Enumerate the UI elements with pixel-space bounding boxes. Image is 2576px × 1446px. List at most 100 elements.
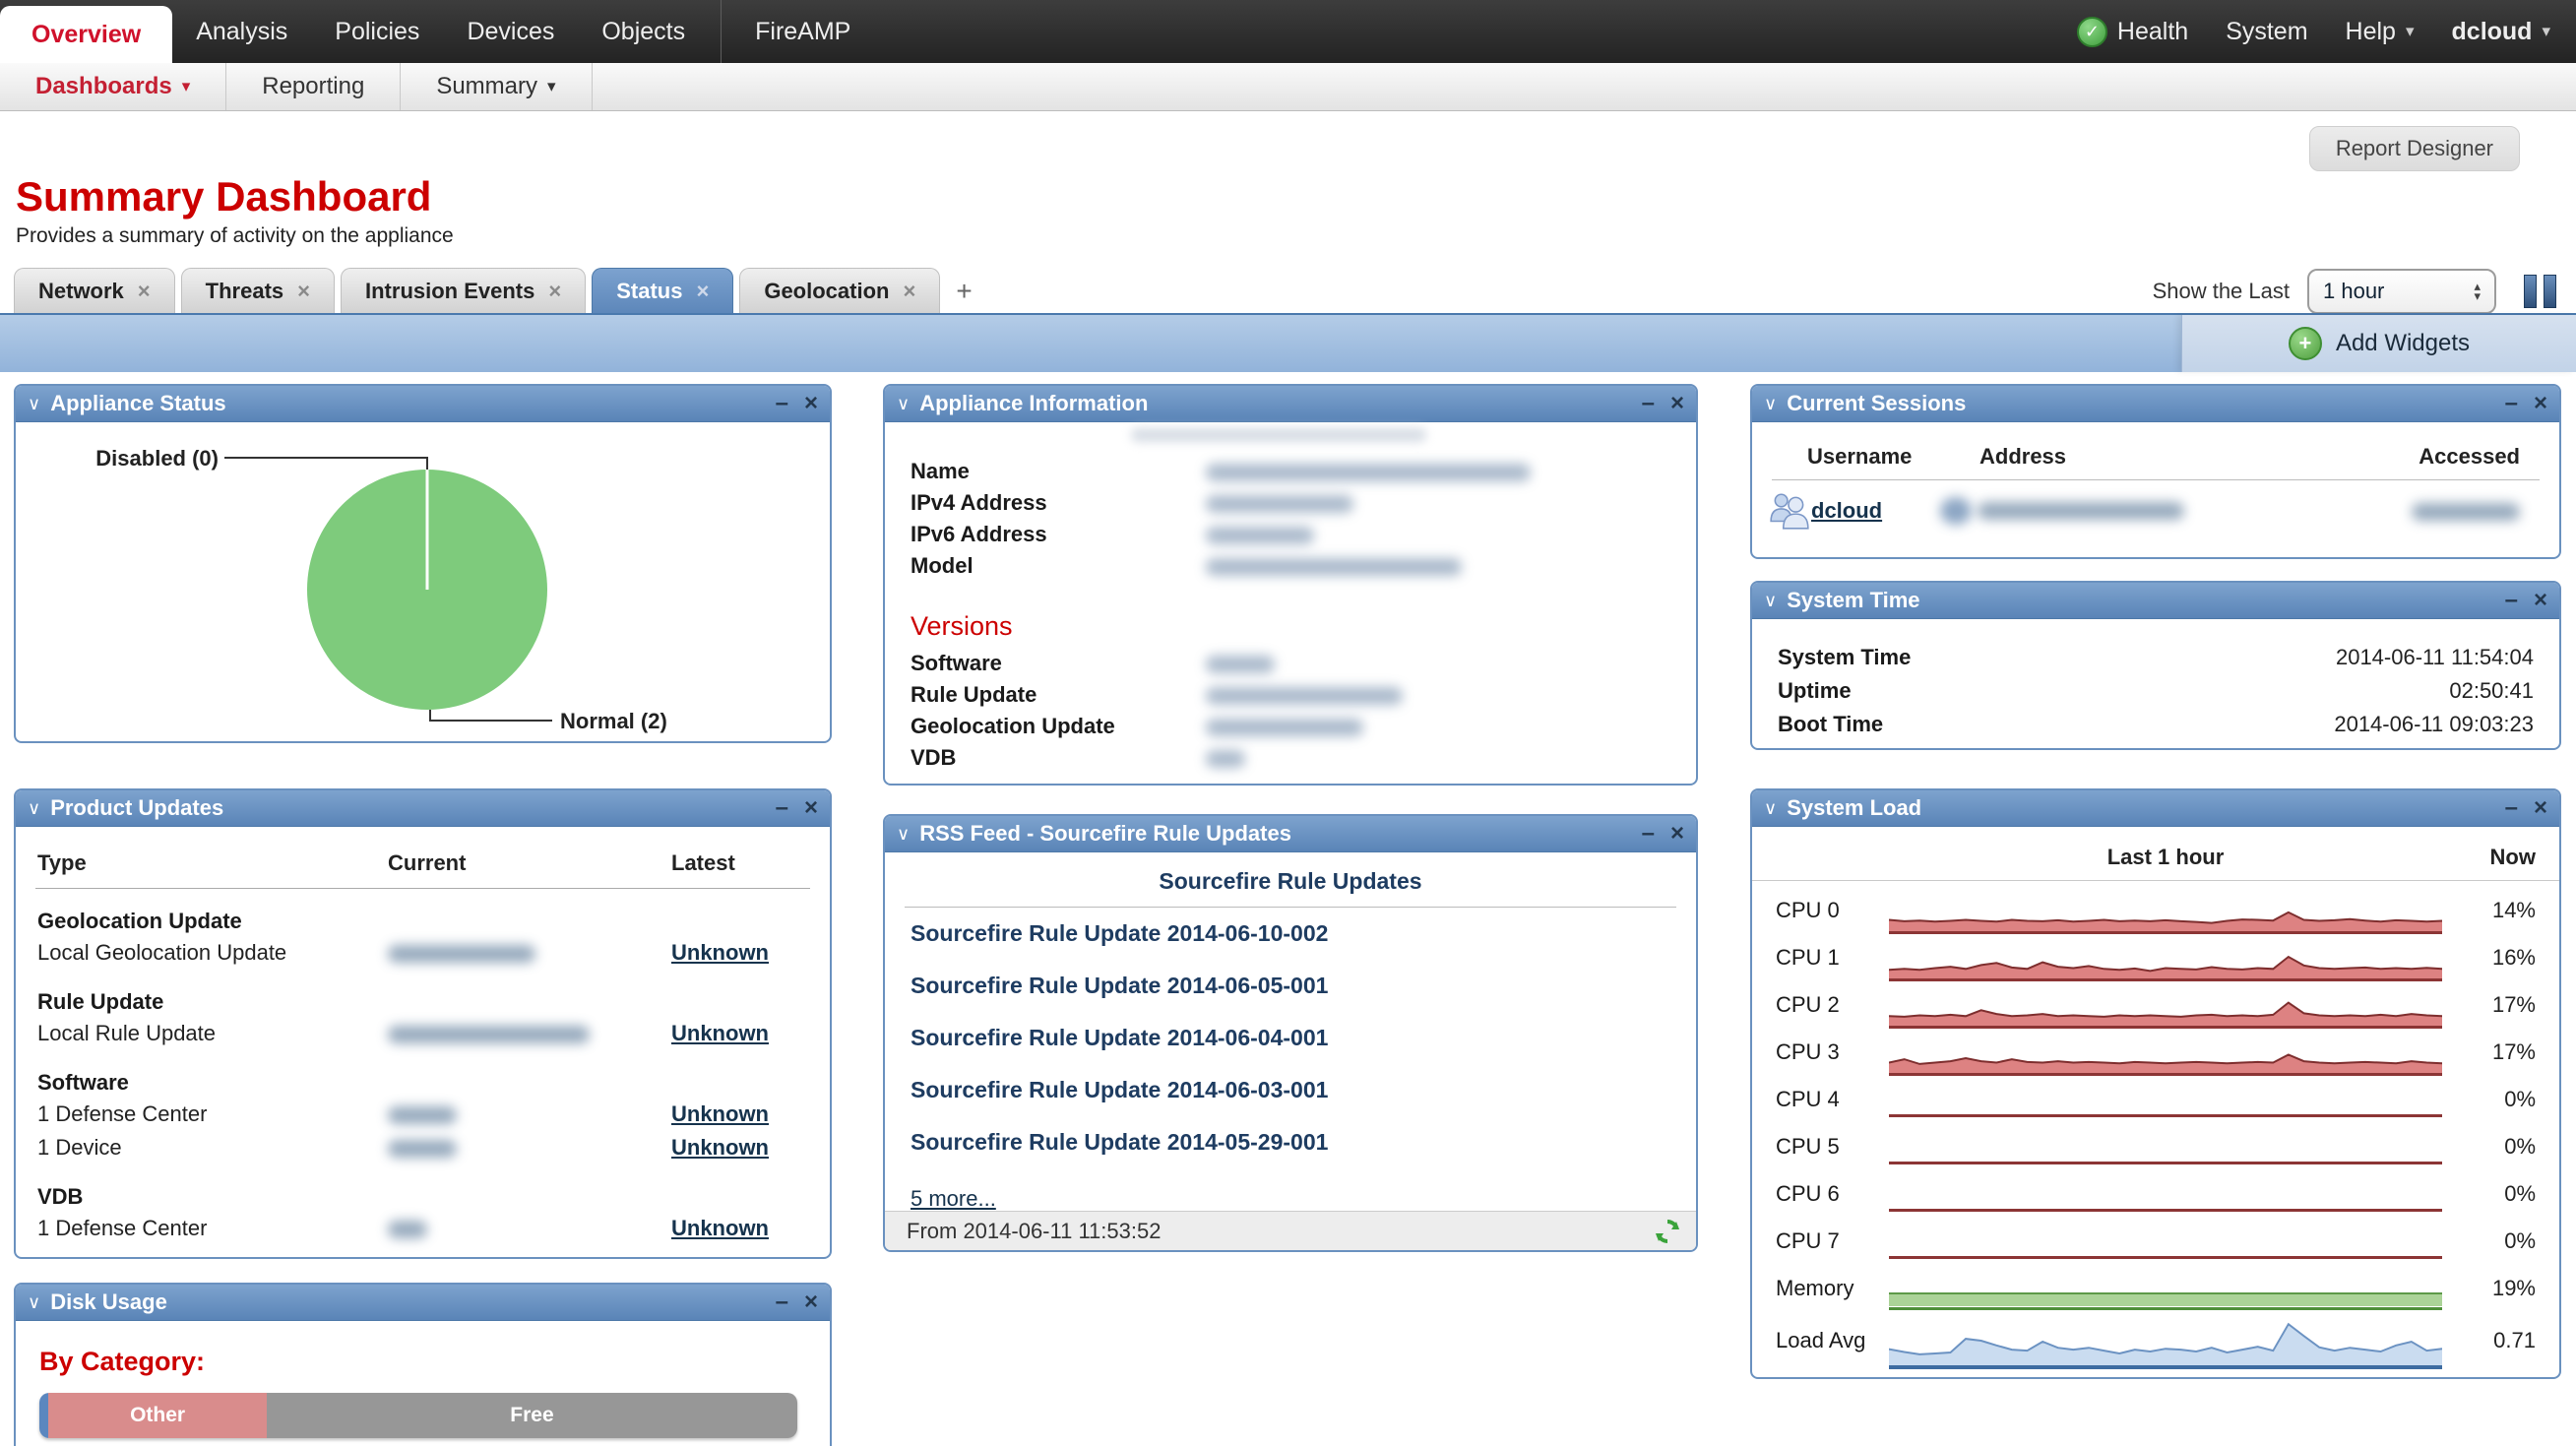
primary-nav: OverviewAnalysisPoliciesDevicesObjectsFi… xyxy=(0,0,2576,63)
add-tab-icon[interactable]: + xyxy=(946,276,981,313)
redacted-value xyxy=(1206,495,1353,513)
redacted-link[interactable] xyxy=(388,1140,457,1158)
close-icon[interactable]: × xyxy=(1670,392,1684,415)
nav-item-fireamp[interactable]: FireAMP xyxy=(721,0,874,63)
rss-item-link[interactable]: Sourcefire Rule Update 2014-06-05-001 xyxy=(885,960,1696,1012)
help-menu[interactable]: Help ▾ xyxy=(2346,18,2415,46)
health-menu[interactable]: ✓ Health xyxy=(2077,17,2188,47)
tab-close-icon[interactable]: × xyxy=(696,279,709,304)
pause-icon[interactable] xyxy=(2524,275,2556,308)
redacted-link[interactable] xyxy=(1978,502,2184,520)
close-icon[interactable]: × xyxy=(1670,822,1684,846)
minimize-icon[interactable]: – xyxy=(2505,392,2518,415)
tab-close-icon[interactable]: × xyxy=(138,279,151,304)
appliance-status-header[interactable]: ∨ Appliance Status –× xyxy=(16,386,830,422)
session-username-link[interactable]: dcloud xyxy=(1811,498,1882,524)
subnav-item-reporting[interactable]: Reporting xyxy=(226,63,401,110)
load-label: Memory xyxy=(1776,1276,1889,1301)
rss-feed-footer: From 2014-06-11 11:53:52 xyxy=(885,1211,1696,1251)
load-label: CPU 5 xyxy=(1776,1134,1889,1160)
rss-item-link[interactable]: Sourcefire Rule Update 2014-05-29-001 xyxy=(885,1116,1696,1168)
subnav-item-label: Dashboards xyxy=(35,73,172,100)
report-designer-button[interactable]: Report Designer xyxy=(2309,126,2520,171)
select-stepper-icon: ▴▾ xyxy=(2474,282,2481,301)
close-icon[interactable]: × xyxy=(2534,589,2547,612)
tab-close-icon[interactable]: × xyxy=(903,279,915,304)
time-value: 02:50:41 xyxy=(2449,678,2534,704)
close-icon[interactable]: × xyxy=(804,392,818,415)
system-load-header[interactable]: ∨ System Load –× xyxy=(1752,790,2559,827)
widget-title: System Time xyxy=(1787,588,1919,613)
subnav-item-dashboards[interactable]: Dashboards▾ xyxy=(0,63,226,110)
close-icon[interactable]: × xyxy=(804,796,818,820)
minimize-icon[interactable]: – xyxy=(2505,589,2518,612)
tab-intrusion-events[interactable]: Intrusion Events× xyxy=(341,268,586,313)
rss-more-link[interactable]: 5 more... xyxy=(911,1186,996,1211)
appliance-status-body: Disabled (0) Normal (2) xyxy=(16,422,830,742)
update-group-name: Rule Update xyxy=(16,970,830,1017)
product-updates-body: Type Current Latest Geolocation UpdateLo… xyxy=(16,827,830,1245)
redacted-link[interactable] xyxy=(388,945,535,963)
redacted-link[interactable] xyxy=(388,1221,427,1238)
collapse-icon[interactable]: ∨ xyxy=(897,824,910,845)
nav-item-objects[interactable]: Objects xyxy=(578,0,709,63)
minimize-icon[interactable]: – xyxy=(2505,796,2518,820)
latest-unknown-link[interactable]: Unknown xyxy=(671,1101,769,1126)
rss-item-link[interactable]: Sourcefire Rule Update 2014-06-04-001 xyxy=(885,1012,1696,1064)
nav-item-analysis[interactable]: Analysis xyxy=(172,0,311,63)
tab-status[interactable]: Status× xyxy=(592,268,733,313)
minimize-icon[interactable]: – xyxy=(1642,392,1655,415)
tab-close-icon[interactable]: × xyxy=(297,279,310,304)
collapse-icon[interactable]: ∨ xyxy=(28,1292,40,1313)
collapse-icon[interactable]: ∨ xyxy=(897,394,910,414)
time-range-select[interactable]: 1 hour ▴▾ xyxy=(2307,269,2496,314)
tab-threats[interactable]: Threats× xyxy=(181,268,335,313)
redacted-value xyxy=(1206,656,1275,673)
redacted-link[interactable] xyxy=(388,1106,457,1124)
add-widgets-button[interactable]: + Add Widgets xyxy=(2181,315,2576,372)
latest-unknown-link[interactable]: Unknown xyxy=(671,1135,769,1160)
collapse-icon[interactable]: ∨ xyxy=(1764,798,1777,819)
refresh-icon[interactable] xyxy=(1653,1217,1682,1246)
product-updates-header[interactable]: ∨ Product Updates –× xyxy=(16,790,830,827)
latest-unknown-link[interactable]: Unknown xyxy=(671,1021,769,1045)
minimize-icon[interactable]: – xyxy=(776,392,788,415)
session-row: dcloud xyxy=(1752,480,2559,532)
minimize-icon[interactable]: – xyxy=(776,796,788,820)
nav-item-devices[interactable]: Devices xyxy=(443,0,578,63)
nav-item-policies[interactable]: Policies xyxy=(311,0,443,63)
redacted-value xyxy=(1206,558,1462,576)
page-title: Summary Dashboard xyxy=(16,173,431,220)
current-sessions-header[interactable]: ∨ Current Sessions –× xyxy=(1752,386,2559,422)
latest-unknown-link[interactable]: Unknown xyxy=(671,1216,769,1240)
sparkline-chart xyxy=(1889,1256,2442,1265)
collapse-icon[interactable]: ∨ xyxy=(28,798,40,819)
close-icon[interactable]: × xyxy=(2534,796,2547,820)
collapse-icon[interactable]: ∨ xyxy=(28,394,40,414)
rss-item-link[interactable]: Sourcefire Rule Update 2014-06-03-001 xyxy=(885,1064,1696,1116)
system-menu[interactable]: System xyxy=(2226,18,2307,46)
time-range-value: 1 hour xyxy=(2323,279,2384,304)
collapse-icon[interactable]: ∨ xyxy=(1764,591,1777,611)
minimize-icon[interactable]: – xyxy=(1642,822,1655,846)
close-icon[interactable]: × xyxy=(2534,392,2547,415)
system-time-header[interactable]: ∨ System Time –× xyxy=(1752,583,2559,619)
collapse-icon[interactable]: ∨ xyxy=(1764,394,1777,414)
user-menu[interactable]: dcloud ▾ xyxy=(2452,18,2550,46)
nav-item-overview[interactable]: Overview xyxy=(0,6,172,63)
close-icon[interactable]: × xyxy=(804,1290,818,1314)
subnav-item-summary[interactable]: Summary▾ xyxy=(401,63,592,110)
appliance-information-body: NameIPv4 AddressIPv6 AddressModelVersion… xyxy=(885,422,1696,774)
minimize-icon[interactable]: – xyxy=(776,1290,788,1314)
appliance-information-header[interactable]: ∨ Appliance Information –× xyxy=(885,386,1696,422)
tab-close-icon[interactable]: × xyxy=(548,279,561,304)
rss-item-link[interactable]: Sourcefire Rule Update 2014-06-10-002 xyxy=(885,908,1696,960)
redacted-link[interactable] xyxy=(388,1026,590,1043)
rss-feed-header[interactable]: ∨ RSS Feed - Sourcefire Rule Updates –× xyxy=(885,816,1696,852)
info-label: Software xyxy=(911,651,1206,676)
tab-geolocation[interactable]: Geolocation× xyxy=(739,268,940,313)
tab-network[interactable]: Network× xyxy=(14,268,175,313)
widget-title: Product Updates xyxy=(50,795,223,821)
latest-unknown-link[interactable]: Unknown xyxy=(671,940,769,965)
disk-usage-header[interactable]: ∨ Disk Usage –× xyxy=(16,1285,830,1321)
